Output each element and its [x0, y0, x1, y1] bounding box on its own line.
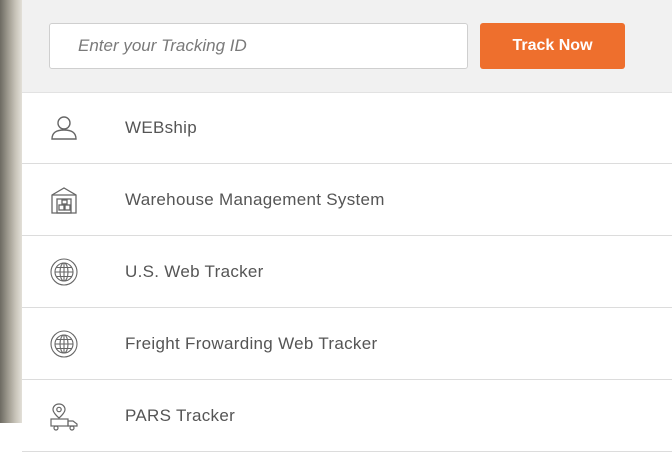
menu-item-freight-forwarding-tracker[interactable]: Freight Frowarding Web Tracker: [22, 308, 672, 380]
tracking-panel: Track Now WEBship: [22, 0, 672, 452]
tracking-menu: WEBship Warehouse Management System U.S.…: [22, 92, 672, 452]
tracking-search-bar: Track Now: [22, 0, 672, 93]
truck-location-icon: [49, 401, 79, 431]
track-now-button[interactable]: Track Now: [480, 23, 625, 69]
menu-item-webship[interactable]: WEBship: [22, 92, 672, 164]
warehouse-icon: [49, 185, 79, 215]
menu-item-us-web-tracker[interactable]: U.S. Web Tracker: [22, 236, 672, 308]
background-image-strip: [0, 0, 22, 423]
globe-icon: [49, 257, 79, 287]
user-icon: [49, 113, 79, 143]
menu-item-label: Freight Frowarding Web Tracker: [125, 333, 378, 353]
tracking-id-input[interactable]: [49, 23, 468, 69]
menu-item-label: Warehouse Management System: [125, 189, 385, 209]
menu-item-label: WEBship: [125, 117, 198, 137]
menu-item-label: U.S. Web Tracker: [125, 261, 264, 281]
menu-item-pars-tracker[interactable]: PARS Tracker: [22, 380, 672, 452]
globe-icon: [49, 329, 79, 359]
menu-item-warehouse-management[interactable]: Warehouse Management System: [22, 164, 672, 236]
